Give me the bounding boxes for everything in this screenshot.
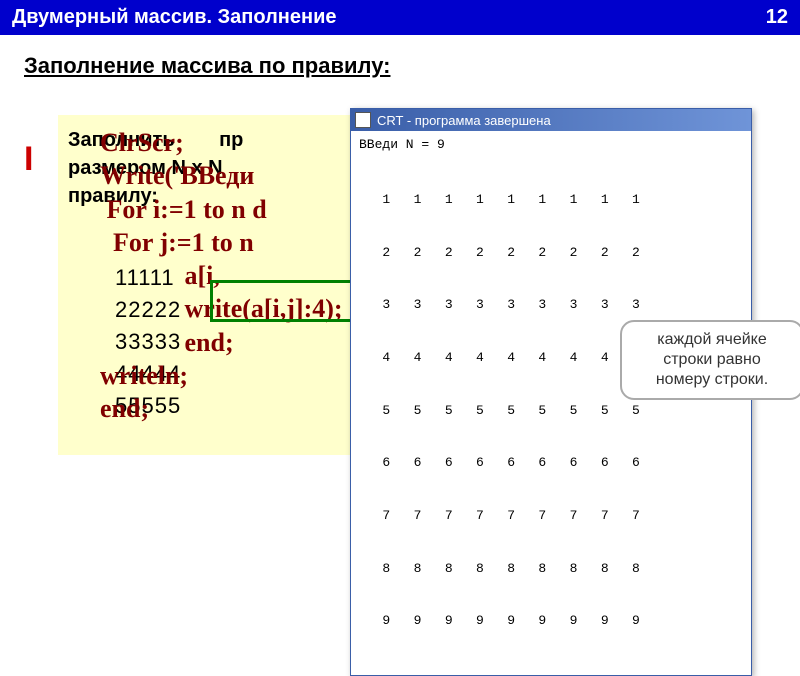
callout-line: номеру строки. [632, 370, 792, 390]
crt-row: 2 2 2 2 2 2 2 2 2 [359, 244, 743, 262]
callout-line: строки равно [632, 350, 792, 370]
crt-titlebar: CRT - программа завершена [351, 109, 751, 131]
callout-bubble: каждой ячейке строки равно номеру строки… [620, 320, 800, 400]
crt-row: 6 6 6 6 6 6 6 6 6 [359, 454, 743, 472]
code-line: For i:=1 to n d [100, 193, 343, 226]
slide-number: 12 [766, 6, 788, 29]
section-title: Заполнение массива по правилу: [0, 35, 800, 85]
crt-row: 3 3 3 3 3 3 3 3 3 [359, 296, 743, 314]
slide-title: Двумерный массив. Заполнение [12, 6, 337, 29]
code-line: writeln; [100, 359, 343, 392]
code-line: ClrScr; [100, 126, 343, 159]
code-line: a[i, [100, 259, 343, 292]
code-block: ClrScr; Write('ВВеди For i:=1 to n d For… [100, 126, 343, 425]
code-line: write(a[i,j]:4); [100, 292, 343, 325]
app-icon [355, 112, 371, 128]
code-line: end; [100, 326, 343, 359]
crt-body: ВВеди N = 9 1 1 1 1 1 1 1 1 1 2 2 2 2 2 … [351, 131, 751, 675]
slide-header: Двумерный массив. Заполнение 12 [0, 0, 800, 35]
code-line: end; [100, 392, 343, 425]
crt-prompt: ВВеди N = 9 [359, 137, 743, 152]
crt-row: 5 5 5 5 5 5 5 5 5 [359, 402, 743, 420]
crt-row: 1 1 1 1 1 1 1 1 1 [359, 191, 743, 209]
callout-line: каждой ячейке [632, 330, 792, 350]
code-line: For j:=1 to n [100, 226, 343, 259]
red-letter: I [24, 140, 33, 179]
crt-row: 9 9 9 9 9 9 9 9 9 [359, 612, 743, 630]
crt-title: CRT - программа завершена [377, 113, 551, 128]
code-line: Write('ВВеди [100, 159, 343, 192]
crt-row: 7 7 7 7 7 7 7 7 7 [359, 507, 743, 525]
crt-row: 8 8 8 8 8 8 8 8 8 [359, 560, 743, 578]
crt-grid: 1 1 1 1 1 1 1 1 1 2 2 2 2 2 2 2 2 2 3 3 … [359, 156, 743, 665]
